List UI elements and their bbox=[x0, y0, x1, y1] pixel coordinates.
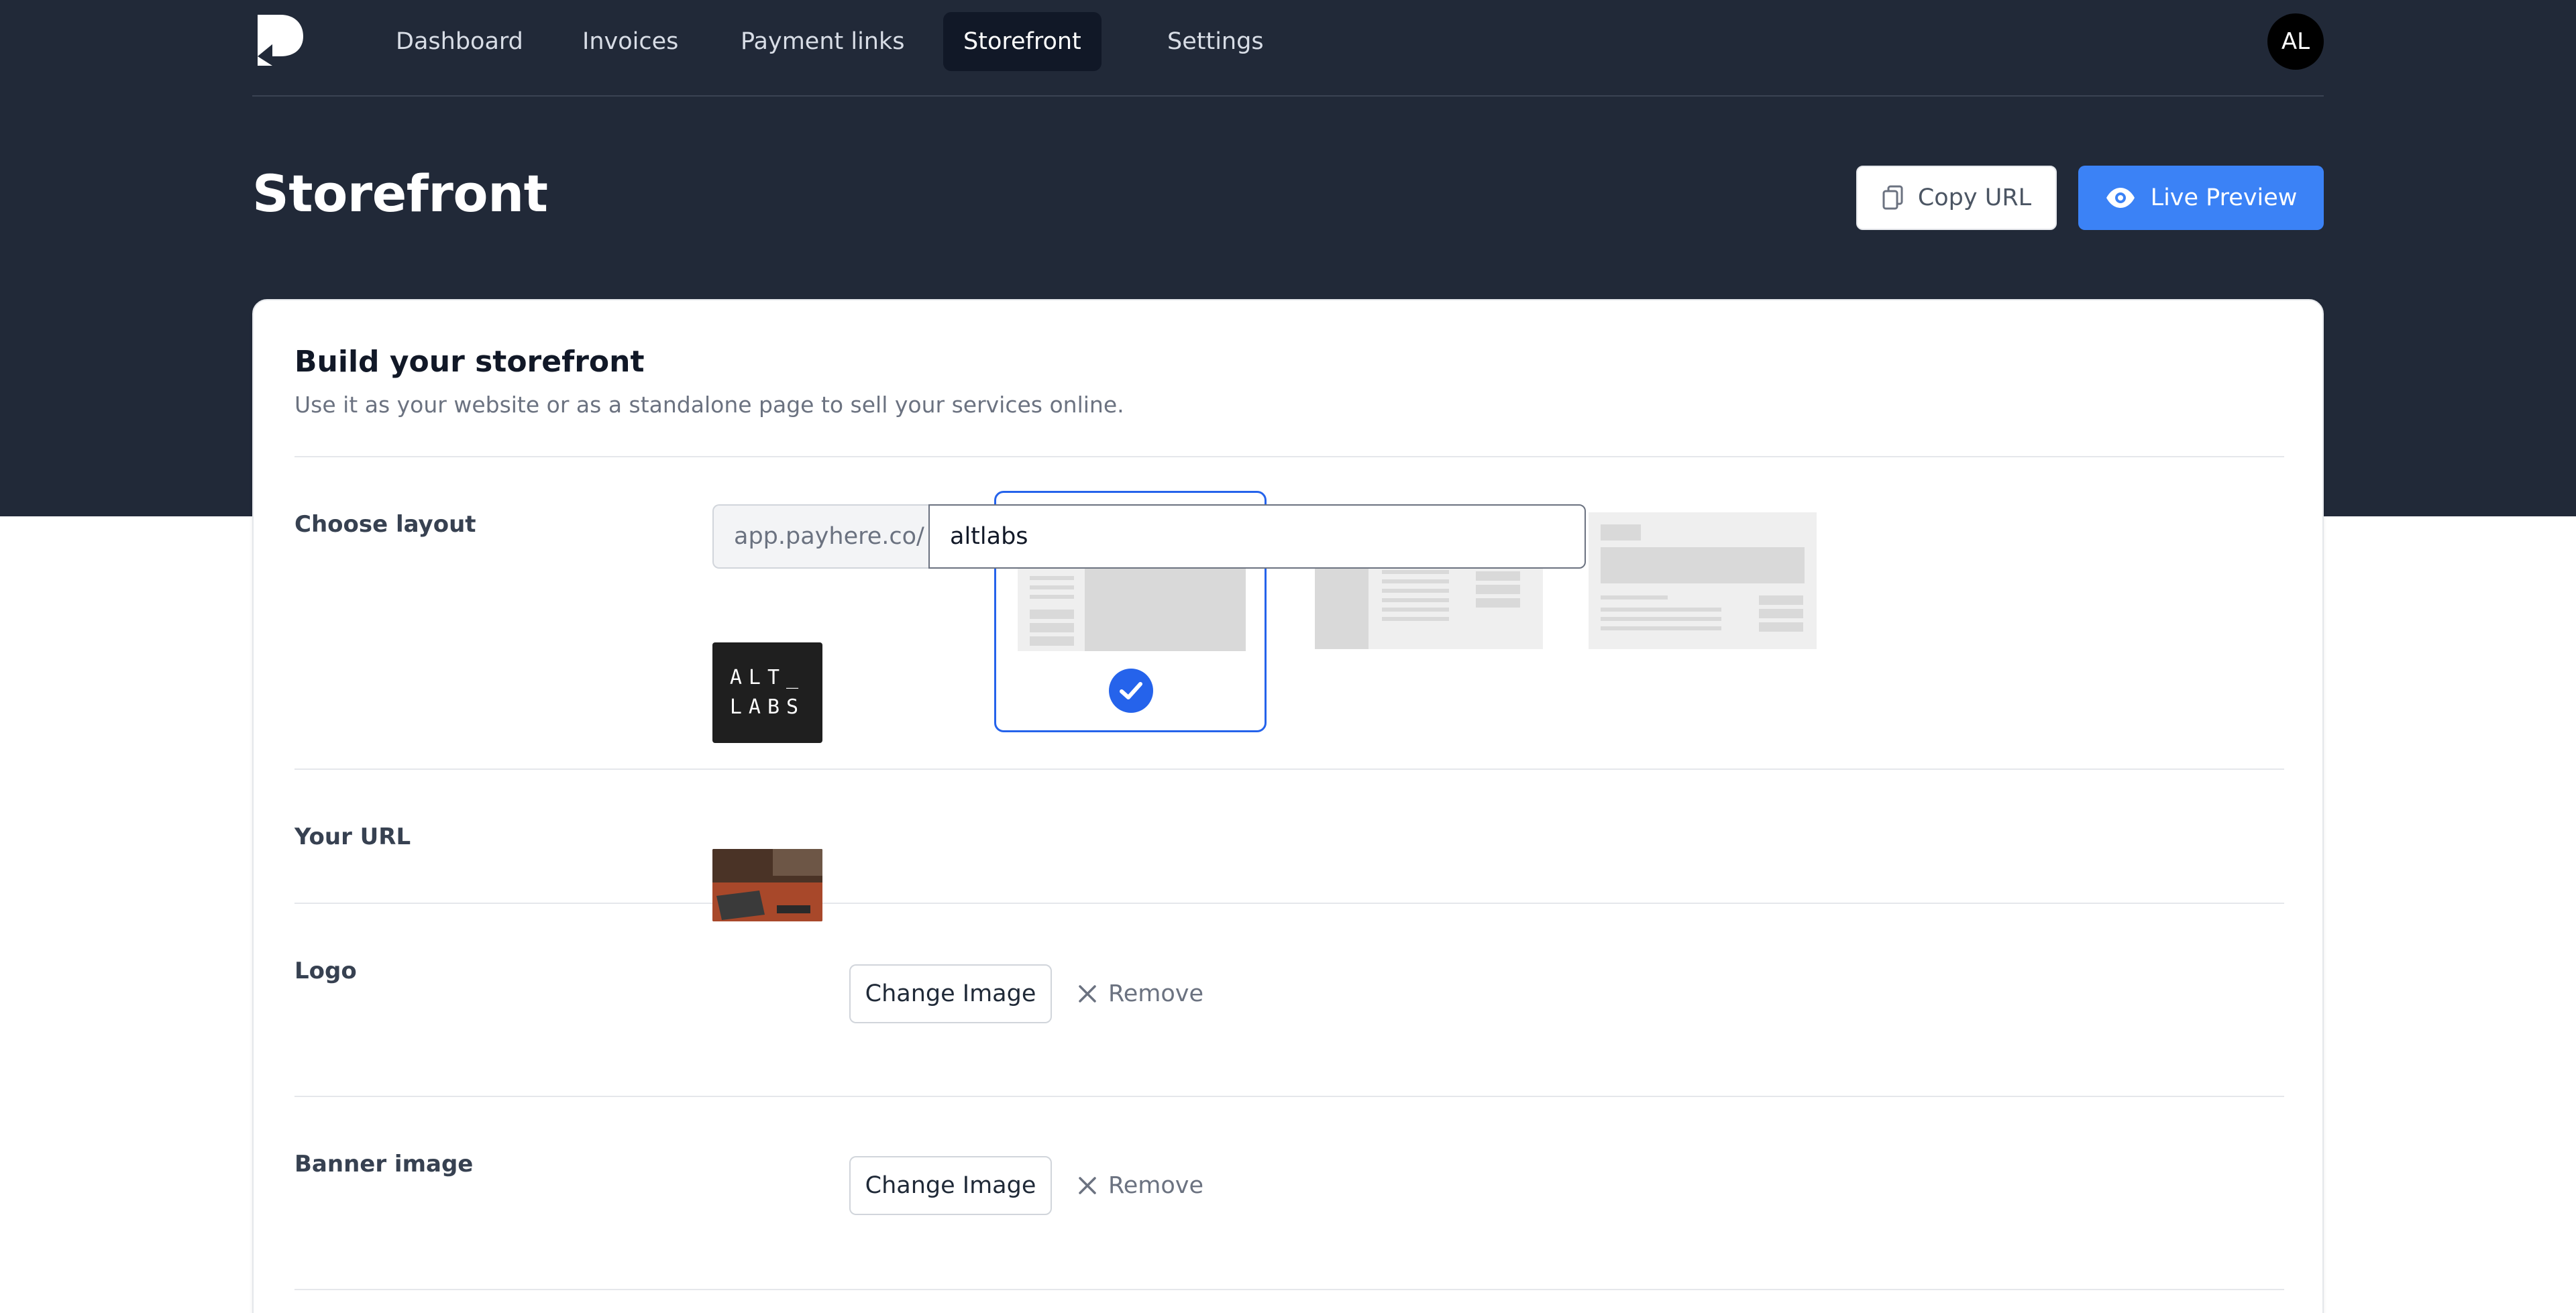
divider bbox=[294, 768, 2284, 770]
remove-banner-label: Remove bbox=[1108, 1172, 1204, 1199]
nav-payment-links[interactable]: Payment links bbox=[720, 12, 925, 71]
selected-check-icon bbox=[1109, 669, 1153, 713]
card-title: Build your storefront bbox=[294, 345, 645, 379]
live-preview-label: Live Preview bbox=[2150, 184, 2298, 211]
banner-image-label: Banner image bbox=[294, 1151, 474, 1178]
logo-image-text-line1: ALT_ bbox=[729, 666, 806, 689]
remove-logo-label: Remove bbox=[1108, 980, 1204, 1007]
eye-icon bbox=[2106, 188, 2135, 208]
remove-banner-button[interactable]: Remove bbox=[1077, 1156, 1203, 1215]
payhere-logo-icon[interactable] bbox=[256, 12, 305, 68]
close-icon bbox=[1079, 985, 1096, 1003]
logo-image: ALT_ LABS bbox=[712, 642, 822, 743]
divider bbox=[294, 903, 2284, 904]
divider bbox=[294, 1289, 2284, 1290]
live-preview-button[interactable]: Live Preview bbox=[2078, 166, 2324, 230]
logo-label: Logo bbox=[294, 958, 357, 984]
card-subtitle: Use it as your website or as a standalon… bbox=[294, 392, 1124, 418]
layout-option-top-banner[interactable] bbox=[1589, 491, 1817, 732]
change-banner-button[interactable]: Change Image bbox=[849, 1156, 1052, 1215]
copy-url-label: Copy URL bbox=[1917, 184, 2032, 211]
page-title: Storefront bbox=[252, 164, 548, 223]
divider bbox=[294, 1096, 2284, 1097]
copy-url-button[interactable]: Copy URL bbox=[1856, 166, 2057, 230]
url-prefix: app.payhere.co/ bbox=[712, 504, 930, 569]
close-icon bbox=[1079, 1177, 1096, 1194]
copy-icon bbox=[1882, 185, 1903, 210]
storefront-builder-card: Build your storefront Use it as your web… bbox=[252, 299, 2324, 1313]
user-avatar[interactable]: AL bbox=[2267, 13, 2324, 70]
nav-settings[interactable]: Settings bbox=[1147, 12, 1284, 71]
nav-storefront[interactable]: Storefront bbox=[943, 12, 1102, 71]
banner-image-thumbnail bbox=[712, 849, 822, 921]
your-url-label: Your URL bbox=[294, 823, 411, 850]
logo-image-text-line2: LABS bbox=[729, 695, 806, 719]
remove-logo-button[interactable]: Remove bbox=[1077, 964, 1203, 1023]
choose-layout-label: Choose layout bbox=[294, 511, 476, 538]
storefront-url-input[interactable] bbox=[928, 504, 1586, 569]
nav-invoices[interactable]: Invoices bbox=[562, 12, 698, 71]
nav-dashboard[interactable]: Dashboard bbox=[376, 12, 543, 71]
divider bbox=[294, 456, 2284, 457]
change-logo-button[interactable]: Change Image bbox=[849, 964, 1052, 1023]
top-navigation: Dashboard Invoices Payment links Storefr… bbox=[252, 0, 2324, 97]
layout-thumbnail bbox=[1589, 512, 1817, 649]
